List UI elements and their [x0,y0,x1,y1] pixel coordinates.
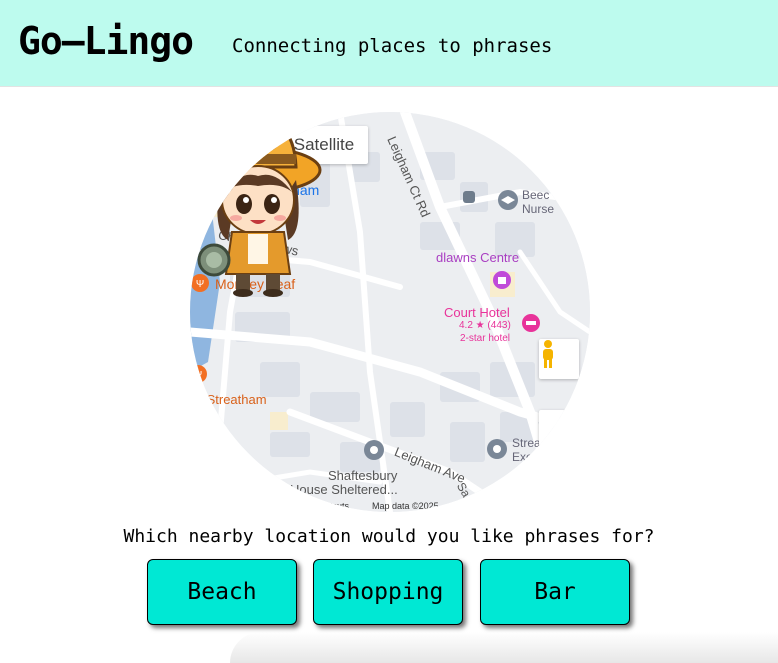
map-label-hotel-rating: 4.2 ★ (443) [459,320,511,331]
map-shortcuts-link[interactable]: ortcuts [322,501,349,511]
map-label-place: Exe [512,450,533,464]
app-tagline: Connecting places to phrases [232,35,553,57]
map-label-centre: dlawns Centre [436,250,520,265]
education-pin-icon [498,190,518,210]
bar-button[interactable]: Bar [480,559,630,625]
app-logo[interactable]: Go–Lingo [18,18,194,64]
explorer-mascot [194,116,322,297]
location-question: Which nearby location would you like phr… [123,526,655,547]
map-label-hotel: Court Hotel [444,305,510,320]
map-label-nursery: Nurse [522,202,555,216]
svg-text:Ψ: Ψ [194,370,202,381]
map-view[interactable]: Ψ Ψ Leigham Ct Rd szko Streath [190,112,590,512]
map-label-nursery: Beec [522,188,550,202]
hotel-pin-icon [522,314,540,332]
map-label-place: 's Streatham [194,392,267,407]
map-label-place: Shaftesbury [328,468,398,483]
map-label-hotel-class: 2-star hotel [460,333,511,344]
bottom-shadow [230,632,778,663]
fullscreen-icon[interactable] [539,410,579,450]
map-label-place: Strea [512,436,541,450]
location-choices: Beach Shopping Bar [147,559,637,629]
pegman-icon[interactable] [539,339,579,379]
shopping-pin-icon [493,271,511,289]
beach-button[interactable]: Beach [147,559,297,625]
shopping-button[interactable]: Shopping [313,559,463,625]
map-label-place: House Sheltered... [290,482,398,497]
app-header: Go–Lingo Connecting places to phrases [0,0,778,87]
map-attribution: Map data ©2025 [372,501,439,511]
